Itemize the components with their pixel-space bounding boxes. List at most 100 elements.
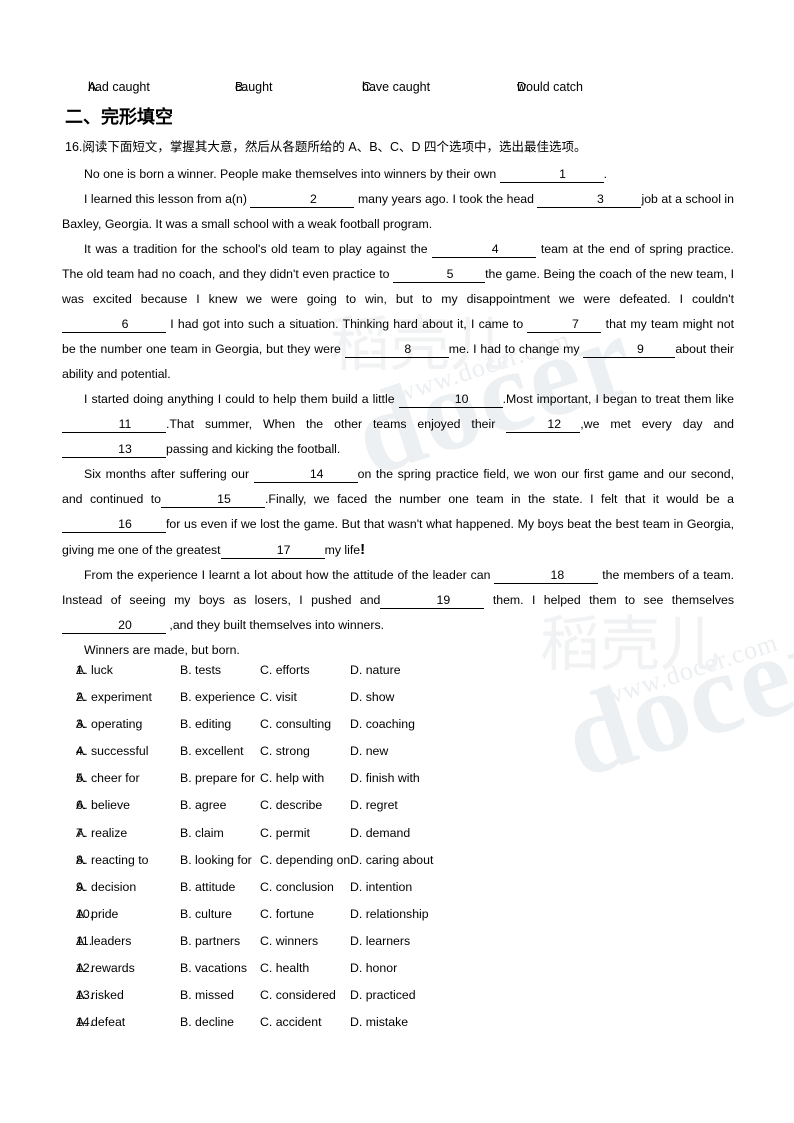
passage-text: many years ago. I took the head (357, 192, 534, 206)
answer-choices-list: 1. A. luck B. tests C. efforts D. nature… (0, 663, 794, 1042)
blank-18[interactable]: 18 (494, 565, 599, 584)
choice-b[interactable]: B. agree (180, 798, 227, 812)
choice-b[interactable]: B. experience (180, 690, 255, 704)
choice-c[interactable]: C. permit (260, 826, 310, 840)
choice-c[interactable]: C. conclusion (260, 880, 334, 894)
blank-12[interactable]: 12 (506, 414, 581, 433)
blank-1[interactable]: 1 (499, 164, 604, 183)
choice-b[interactable]: B. looking for (180, 853, 252, 867)
passage-text: Winners are made, but born. (84, 643, 240, 657)
choice-d[interactable]: D. finish with (350, 771, 420, 785)
answer-choice-row: 14. A. defeat B. decline C. accident D. … (76, 1015, 409, 1030)
choice-d[interactable]: D. intention (350, 880, 412, 894)
answer-choice-row: 7. A. realize B. claim C. permit D. dema… (76, 825, 411, 840)
choice-b[interactable]: B. tests (180, 663, 221, 677)
passage-text: ,we met every day and (580, 417, 734, 431)
answer-choice-row: 1. A. luck B. tests C. efforts D. nature (76, 663, 401, 677)
passage-paragraph-5: Six months after suffering our 14 on the … (62, 462, 734, 563)
choice-b[interactable]: B. culture (180, 907, 232, 921)
choice-b[interactable]: B. missed (180, 988, 234, 1002)
blank-16[interactable]: 16 (62, 514, 166, 533)
instruction-text: 16.阅读下面短文，掌握其大意，然后从各题所给的 A、B、C、D 四个选项中，选… (65, 140, 587, 154)
section-heading: 二、完形填空 (65, 107, 173, 128)
answer-choice-row: 12. A. rewards B. vacations C. health D.… (76, 961, 398, 976)
choice-b[interactable]: B. partners (180, 934, 240, 948)
passage-text: passing and kicking the football. (166, 442, 341, 456)
choice-d[interactable]: D. learners (350, 934, 410, 948)
blank-7[interactable]: 7 (527, 314, 602, 333)
blank-14[interactable]: 14 (253, 464, 358, 483)
blank-2[interactable]: 2 (250, 189, 355, 208)
passage-paragraph-3: It was a tradition for the school's old … (62, 237, 734, 387)
choice-c[interactable]: C. efforts (260, 663, 310, 677)
choice-d[interactable]: D. caring about (350, 853, 433, 867)
answer-choice-row: 6. A. believe B. agree C. describe D. re… (76, 798, 398, 813)
choice-c[interactable]: C. help with (260, 771, 324, 785)
passage-text: I started doing anything I could to help… (84, 392, 395, 406)
answer-choice-row: 3. A. operating B. editing C. consulting… (76, 717, 415, 732)
blank-10[interactable]: 10 (398, 389, 503, 408)
answer-choice-row: 2. A. experiment B. experience C. visit … (76, 690, 395, 705)
choice-d[interactable]: D. mistake (350, 1015, 408, 1029)
choice-d[interactable]: D. new (350, 744, 388, 758)
choice-b[interactable]: B. excellent (180, 744, 244, 758)
blank-13[interactable]: 13 (62, 439, 166, 458)
blank-5[interactable]: 5 (393, 264, 486, 283)
blank-19[interactable]: 19 (380, 590, 485, 609)
answer-choice-row: 10. A. pride B. culture C. fortune D. re… (76, 906, 429, 921)
choice-d[interactable]: D. demand (350, 826, 410, 840)
exclamation-mark: ! (360, 541, 366, 558)
passage-text: Six months after suffering our (84, 467, 250, 481)
choice-c[interactable]: C. consulting (260, 717, 331, 731)
choice-d[interactable]: D. honor (350, 961, 397, 975)
blank-17[interactable]: 17 (220, 540, 325, 559)
blank-8[interactable]: 8 (344, 339, 449, 358)
choice-c[interactable]: C. winners (260, 934, 318, 948)
choice-b[interactable]: B. prepare for (180, 771, 255, 785)
passage-text: .That summer, When the other teams enjoy… (166, 417, 496, 431)
blank-11[interactable]: 11 (62, 414, 166, 433)
choice-d[interactable]: D. nature (350, 663, 401, 677)
passage-paragraph-1: No one is born a winner. People make the… (62, 162, 734, 187)
passage-text: me. I had to change my (448, 342, 580, 356)
blank-6[interactable]: 6 (62, 314, 166, 333)
choice-d[interactable]: D. coaching (350, 717, 415, 731)
choice-c[interactable]: C. health (260, 961, 309, 975)
answer-choice-row: 11. A. leaders B. partners C. winners D.… (76, 933, 411, 948)
blank-15[interactable]: 15 (161, 489, 266, 508)
answer-choice-row: 9. A. decision B. attitude C. conclusion… (76, 879, 413, 894)
passage-text: my life (324, 543, 361, 557)
blank-3[interactable]: 3 (537, 189, 642, 208)
blank-4[interactable]: 4 (432, 239, 537, 258)
choice-c[interactable]: C. visit (260, 690, 297, 704)
choice-c[interactable]: C. describe (260, 798, 322, 812)
choice-b[interactable]: B. decline (180, 1015, 234, 1029)
answer-choice-row: 5. A. cheer for B. prepare for C. help w… (76, 771, 420, 786)
choice-c[interactable]: C. depending on (260, 853, 350, 867)
choice-b[interactable]: B. vacations (180, 961, 247, 975)
passage-paragraph-2: I learned this lesson from a(n) 2 many y… (62, 187, 734, 237)
choice-d[interactable]: D. regret (350, 798, 398, 812)
choice-d[interactable]: D. relationship (350, 907, 429, 921)
answer-choice-row: 13. A. risked B. missed C. considered D.… (76, 988, 416, 1003)
blank-9[interactable]: 9 (583, 339, 676, 358)
choice-c[interactable]: C. strong (260, 744, 310, 758)
choice-b[interactable]: B. claim (180, 826, 224, 840)
blank-20[interactable]: 20 (62, 615, 166, 634)
passage-text: .Finally, we faced the number one team i… (265, 492, 734, 506)
passage-text: It was a tradition for the school's old … (84, 242, 428, 256)
choice-c[interactable]: C. considered (260, 988, 336, 1002)
answer-choice-row: 8. A. reacting to B. looking for C. depe… (76, 852, 434, 867)
choice-b[interactable]: B. editing (180, 717, 231, 731)
passage-text: them. I helped them to see themselves (492, 593, 734, 607)
choice-d[interactable]: D. practiced (350, 988, 416, 1002)
choice-c[interactable]: C. accident (260, 1015, 322, 1029)
answer-choice-row: 4. A. successful B. excellent C. strong … (76, 744, 389, 759)
passage-text: No one is born a winner. People make the… (84, 167, 497, 181)
passage-paragraph-4: I started doing anything I could to help… (62, 387, 734, 462)
choice-c[interactable]: C. fortune (260, 907, 314, 921)
passage-text: ,and they built themselves into winners. (169, 618, 385, 632)
passage-text: . (603, 167, 608, 181)
choice-b[interactable]: B. attitude (180, 880, 235, 894)
choice-d[interactable]: D. show (350, 690, 394, 704)
